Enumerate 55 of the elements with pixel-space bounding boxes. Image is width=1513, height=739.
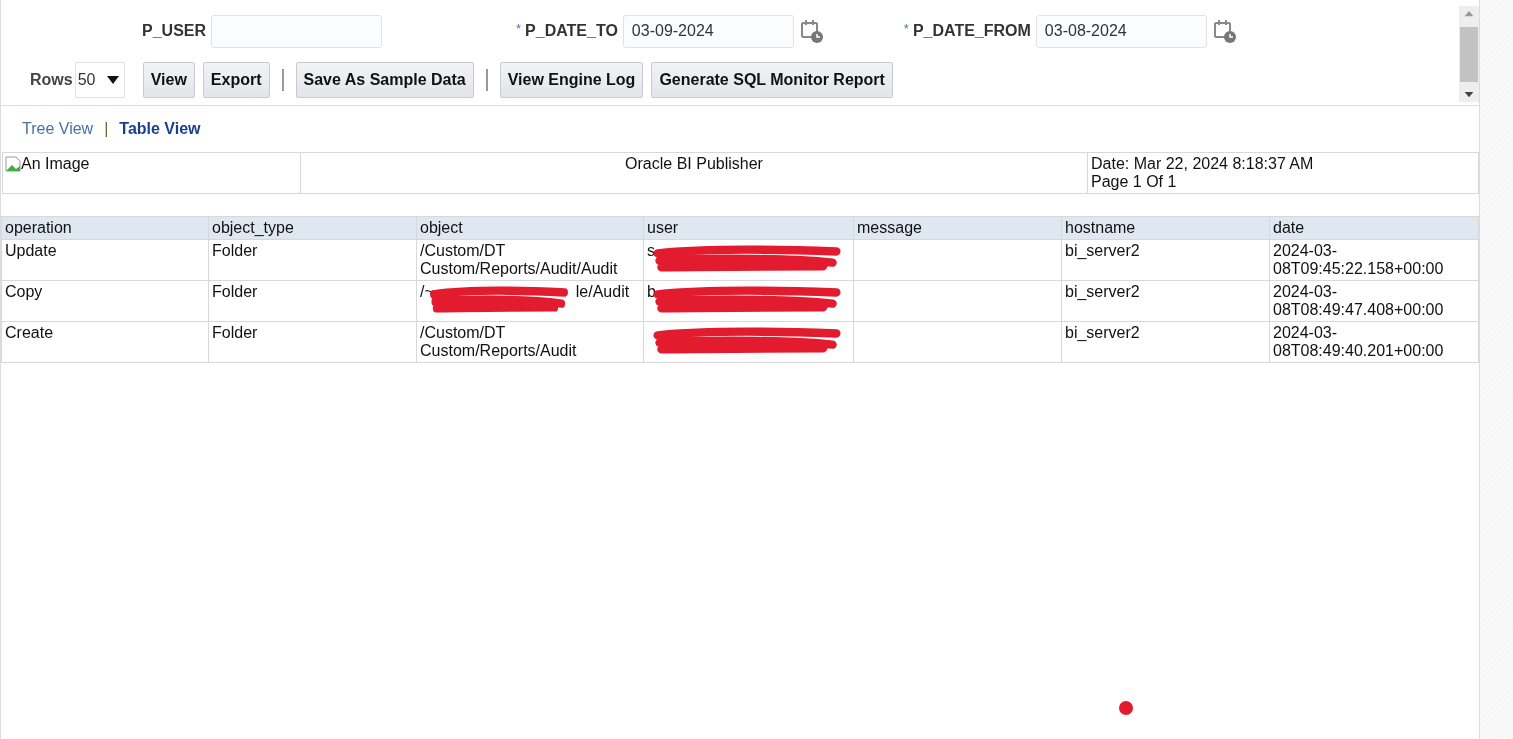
column-header: date — [1269, 216, 1479, 240]
input-field[interactable] — [211, 14, 383, 48]
table-cell: Create — [5, 324, 54, 341]
table-cell: le/Audit — [575, 283, 630, 300]
toolbar-button[interactable]: View Engine Log — [499, 62, 644, 98]
table-cell: Folder — [212, 324, 258, 341]
parameter-label: P_DATE_FROM — [912, 22, 1031, 40]
input-field[interactable]: 03-09-2024 — [622, 14, 794, 48]
table-cell: Folder — [212, 283, 258, 300]
table-cell: bi_server2 — [1065, 283, 1140, 300]
scrollbar[interactable] — [1459, 6, 1479, 102]
table-cell: 2024-03-08T09:45:22.158+00:00 — [1273, 242, 1444, 277]
image-alt-text: An Image — [21, 155, 90, 173]
parameter-label: P_USER — [142, 22, 207, 40]
column-header: message — [853, 216, 1062, 240]
separator — [485, 69, 488, 91]
rows-dropdown[interactable]: 50 — [74, 62, 125, 98]
parameter-label: P_DATE_TO — [525, 22, 618, 40]
tab-separator: | — [104, 120, 109, 138]
report-title: Oracle BI Publisher — [625, 155, 763, 173]
calendar-icon[interactable] — [799, 19, 824, 43]
table-cell: /Custom/DT Custom/Reports/Audit — [420, 324, 577, 359]
toolbar-button[interactable]: Export — [202, 62, 270, 98]
table-cell: bi_server2 — [1065, 324, 1140, 341]
required-mark: * — [903, 20, 909, 36]
scroll-down-icon[interactable] — [1463, 91, 1475, 98]
input-field[interactable]: 03-08-2024 — [1035, 14, 1207, 48]
table-cell: /~ — [420, 283, 434, 300]
table-cell: 2024-03-08T08:49:40.201+00:00 — [1273, 324, 1444, 359]
table-cell: 2024-03-08T08:49:47.408+00:00 — [1273, 283, 1444, 318]
column-header: hostname — [1061, 216, 1270, 240]
scroll-up-icon[interactable] — [1463, 10, 1475, 17]
broken-image-icon — [5, 155, 21, 173]
view-tab[interactable]: Table View — [119, 120, 201, 138]
table-cell: Copy — [5, 283, 43, 300]
column-header: operation — [1, 216, 209, 240]
table-cell: bi_server2 — [1065, 242, 1140, 259]
report-date: Date: Mar 22, 2024 8:18:37 AM — [1091, 155, 1314, 173]
table-cell: Folder — [212, 242, 258, 259]
toolbar-button[interactable]: View — [142, 62, 195, 98]
table-cell: /Custom/DT Custom/Reports/Audit/Audit — [420, 242, 618, 277]
toolbar-button[interactable]: Generate SQL Monitor Report — [651, 62, 893, 98]
table-cell: Update — [5, 242, 57, 259]
page-number: Page 1 Of 1 — [1091, 173, 1178, 191]
caret-icon — [107, 76, 120, 84]
column-header: object_type — [208, 216, 417, 240]
toolbar-button[interactable]: Save As Sample Data — [295, 62, 474, 98]
required-mark: * — [516, 20, 522, 36]
calendar-icon[interactable] — [1212, 19, 1237, 43]
column-header: user — [643, 216, 854, 240]
column-header: object — [416, 216, 644, 240]
separator — [281, 69, 284, 91]
view-tab[interactable]: Tree View — [22, 120, 94, 138]
rows-label: Rows — [30, 71, 73, 89]
table-cell: s — [647, 242, 655, 259]
